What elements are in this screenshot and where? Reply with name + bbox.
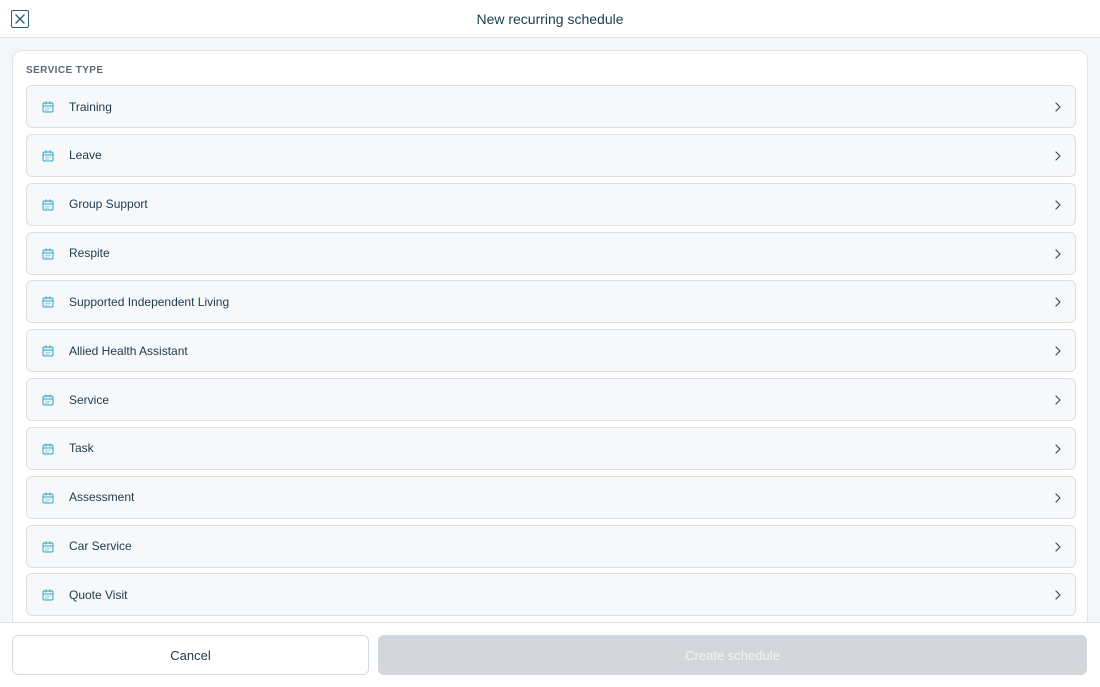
calendar-icon bbox=[42, 394, 54, 406]
chevron-right-icon bbox=[1055, 493, 1061, 503]
calendar-icon bbox=[42, 443, 54, 455]
calendar-icon bbox=[42, 198, 54, 211]
list-item-label: Assessment bbox=[69, 490, 135, 505]
list-item[interactable]: Car Service bbox=[26, 524, 1076, 568]
list-item-label: Task bbox=[69, 441, 94, 456]
close-button[interactable] bbox=[11, 10, 29, 28]
list-item[interactable]: Respite bbox=[26, 231, 1076, 275]
chevron-right-icon bbox=[1055, 200, 1061, 210]
list-item-label: Training bbox=[69, 99, 112, 114]
list-item[interactable]: Leave bbox=[26, 133, 1076, 177]
chevron-right-icon bbox=[1055, 395, 1061, 405]
list-item-label: Car Service bbox=[69, 539, 132, 554]
calendar-icon bbox=[42, 101, 54, 113]
list-item-label: Quote Visit bbox=[69, 587, 128, 602]
section-label: SERVICE TYPE bbox=[26, 65, 104, 76]
create-schedule-button[interactable]: Create schedule bbox=[378, 635, 1087, 675]
list-item[interactable]: Task bbox=[26, 426, 1076, 470]
calendar-icon bbox=[42, 247, 54, 260]
calendar-icon bbox=[42, 150, 54, 162]
service-type-panel: SERVICE TYPE Training Leave Group Support R… bbox=[12, 50, 1088, 630]
chevron-right-icon bbox=[1055, 590, 1061, 601]
list-item[interactable]: Group Support bbox=[26, 182, 1076, 226]
calendar-icon bbox=[42, 589, 54, 601]
service-type-list: Training Leave Group Support Respite Support… bbox=[26, 85, 1076, 629]
list-item[interactable]: Supported Independent Living bbox=[26, 280, 1076, 324]
chevron-right-icon bbox=[1055, 444, 1061, 454]
list-item[interactable]: Service bbox=[26, 378, 1076, 422]
calendar-icon bbox=[42, 540, 54, 553]
chevron-right-icon bbox=[1055, 102, 1061, 112]
chevron-right-icon bbox=[1055, 151, 1061, 161]
list-item-label: Group Support bbox=[69, 197, 148, 212]
list-item-label: Service bbox=[69, 392, 110, 407]
list-item[interactable]: Allied Health Assistant bbox=[26, 329, 1076, 373]
chevron-right-icon bbox=[1055, 346, 1061, 356]
list-item[interactable]: Assessment bbox=[26, 475, 1076, 519]
cancel-button[interactable]: Cancel bbox=[12, 635, 369, 675]
list-item[interactable]: Quote Visit bbox=[26, 573, 1076, 617]
list-item-label: Leave bbox=[69, 148, 102, 163]
list-item-label: Allied Health Assistant bbox=[69, 343, 188, 358]
close-icon bbox=[15, 14, 25, 24]
footer: Cancel Create schedule bbox=[0, 622, 1100, 687]
calendar-icon bbox=[42, 345, 54, 357]
list-item-label: Respite bbox=[69, 246, 110, 261]
chevron-right-icon bbox=[1055, 541, 1061, 552]
header: New recurring schedule bbox=[0, 0, 1100, 38]
calendar-icon bbox=[42, 492, 54, 504]
chevron-right-icon bbox=[1055, 248, 1061, 259]
list-item-label: Supported Independent Living bbox=[69, 294, 230, 309]
chevron-right-icon bbox=[1055, 297, 1061, 307]
list-item[interactable]: Training bbox=[26, 85, 1076, 128]
calendar-icon bbox=[42, 296, 54, 308]
page-title: New recurring schedule bbox=[476, 10, 624, 27]
